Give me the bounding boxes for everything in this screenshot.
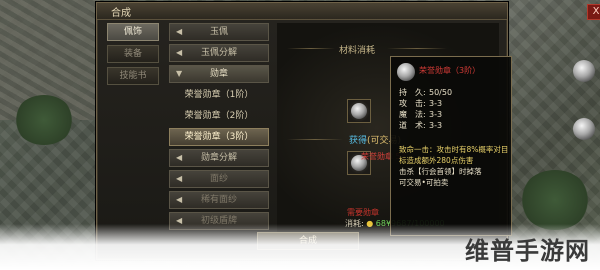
materials-label: 材料消耗 xyxy=(339,46,376,56)
tree-left xyxy=(14,95,74,145)
stat-value: 50/50 xyxy=(429,88,453,97)
tooltip-description: 致命一击：攻击时有8%概率对目标造成额外280点伤害 击杀【行会首领】时掉落 可… xyxy=(399,144,509,188)
stat-key: 道 术: xyxy=(399,121,426,130)
stat-value: 3-3 xyxy=(429,99,443,108)
medal-icon xyxy=(397,63,415,81)
tree-item-label: 勋章 xyxy=(209,69,228,79)
category-skillbook[interactable]: 技能书 xyxy=(107,67,159,85)
stat-row: 攻 击: 3-3 xyxy=(399,98,452,109)
tooltip-trade-info: 可交易•可拍卖 xyxy=(399,178,449,187)
stat-row: 道 术: 3-3 xyxy=(399,120,452,131)
tree-item-label: 荣誉勋章（2阶） xyxy=(184,111,254,121)
result-label-text: 获得 xyxy=(349,136,368,146)
arrow-left-icon: ◀ xyxy=(176,48,183,57)
tooltip-drop-info: 击杀【行会首领】时掉落 xyxy=(399,167,482,176)
stat-value: 3-3 xyxy=(429,110,443,119)
tree-item-rare-veil[interactable]: ◀ 稀有面纱 xyxy=(169,191,269,209)
arrow-left-icon: ◀ xyxy=(176,27,183,36)
tooltip-effect: 致命一击：攻击时有8%概率对目标造成额外280点伤害 xyxy=(399,145,509,165)
divider xyxy=(387,48,447,49)
requirement-note: 需要勋章 xyxy=(347,208,379,217)
tree-item-label: 稀有面纱 xyxy=(200,195,237,205)
stat-key: 攻 击: xyxy=(399,99,426,108)
window-title: 合成 xyxy=(111,8,131,19)
tree-item-label: 玉佩分解 xyxy=(200,48,237,58)
material-slot[interactable] xyxy=(347,99,371,123)
arrow-left-icon: ◀ xyxy=(176,195,183,204)
side-medal-icon[interactable] xyxy=(573,60,595,82)
tree-item-label: 面纱 xyxy=(209,174,228,184)
recipe-tree: ◀ 玉佩 ◀ 玉佩分解 ▼ 勋章 荣誉勋章（1阶） 荣誉勋章（2阶） 荣誉勋章（3阶）… xyxy=(169,23,269,233)
tree-item-label: 勋章分解 xyxy=(200,153,237,163)
divider xyxy=(287,48,335,49)
arrow-left-icon: ◀ xyxy=(176,174,183,183)
stat-value: 3-3 xyxy=(429,121,443,130)
tree-item-jade-decompose[interactable]: ◀ 玉佩分解 xyxy=(169,44,269,62)
window-titlebar: 合成 X xyxy=(97,3,600,20)
tree-item-medal[interactable]: ▼ 勋章 xyxy=(169,65,269,83)
category-accessory[interactable]: 佩饰 xyxy=(107,23,159,41)
tooltip-item-name: 荣誉勋章（3阶） xyxy=(419,66,481,75)
tree-item-label: 荣誉勋章（3阶） xyxy=(184,132,254,142)
medal-icon xyxy=(351,103,367,119)
arrow-down-icon: ▼ xyxy=(176,69,183,78)
item-tooltip: 荣誉勋章（3阶） 持 久: 50/50 攻 击: 3-3 魔 法: 3-3 道 术: 3… xyxy=(390,56,512,236)
category-column: 佩饰 装备 技能书 xyxy=(107,23,159,89)
divider xyxy=(287,139,343,140)
category-equipment[interactable]: 装备 xyxy=(107,45,159,63)
site-watermark: 维普手游网 xyxy=(465,237,590,265)
stat-key: 持 久: xyxy=(399,88,426,97)
close-button[interactable]: X xyxy=(587,4,600,20)
tooltip-stats: 持 久: 50/50 攻 击: 3-3 魔 法: 3-3 道 术: 3-3 xyxy=(399,87,452,131)
tree-item-medal-2[interactable]: 荣誉勋章（2阶） xyxy=(169,107,269,125)
arrow-left-icon: ◀ xyxy=(176,153,183,162)
side-medal-icon-2[interactable] xyxy=(573,118,595,140)
tree-item-label: 荣誉勋章（1阶） xyxy=(184,90,254,100)
stat-row: 持 久: 50/50 xyxy=(399,87,452,98)
tree-item-jade[interactable]: ◀ 玉佩 xyxy=(169,23,269,41)
tree-item-medal-decompose[interactable]: ◀ 勋章分解 xyxy=(169,149,269,167)
tree-item-veil[interactable]: ◀ 面纱 xyxy=(169,170,269,188)
tree-item-label: 玉佩 xyxy=(209,27,228,37)
tree-item-medal-3[interactable]: 荣誉勋章（3阶） xyxy=(169,128,269,146)
stat-row: 魔 法: 3-3 xyxy=(399,109,452,120)
stat-key: 魔 法: xyxy=(399,110,426,119)
tree-item-medal-1[interactable]: 荣誉勋章（1阶） xyxy=(169,86,269,104)
tree-right xyxy=(520,170,590,230)
